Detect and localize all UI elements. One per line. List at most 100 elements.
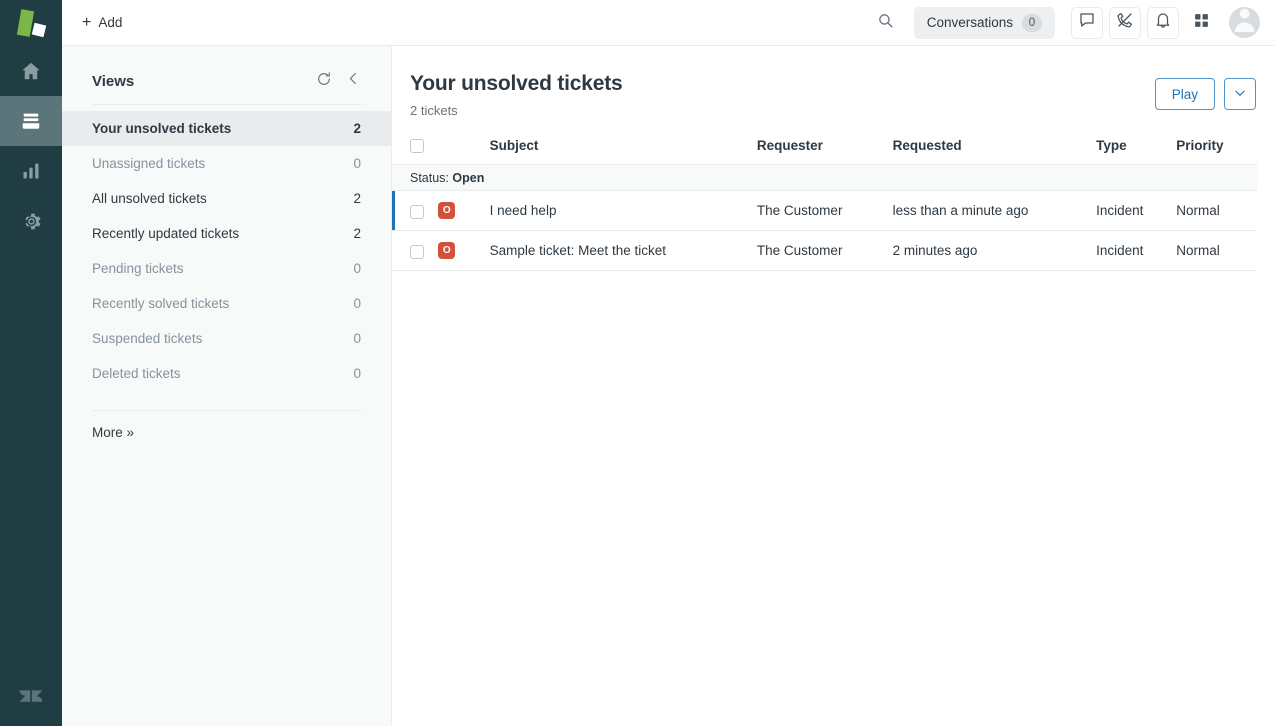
row-checkbox-cell <box>392 190 439 232</box>
row-checkbox-cell <box>392 230 439 272</box>
views-header: Views <box>62 46 391 94</box>
conversations-label: Conversations <box>926 15 1013 30</box>
ticket-subject-link[interactable]: Sample ticket: Meet the ticket <box>490 243 666 258</box>
page-title: Your unsolved tickets <box>410 72 623 95</box>
sidebar-item-count: 2 <box>353 226 361 241</box>
main-header: Your unsolved tickets 2 tickets Play <box>392 46 1274 118</box>
sidebar-item-all-unsolved-tickets[interactable]: All unsolved tickets 2 <box>62 181 391 216</box>
select-all-checkbox[interactable] <box>410 139 424 154</box>
more-views-link[interactable]: More » <box>62 411 164 440</box>
column-header-type[interactable]: Type <box>1096 138 1177 166</box>
sidebar-item-count: 2 <box>353 121 361 136</box>
sidebar-item-label: Recently solved tickets <box>92 296 230 311</box>
row-checkbox[interactable] <box>410 204 424 219</box>
sidebar-item-label: Your unsolved tickets <box>92 121 232 136</box>
ticket-subject-link[interactable]: I need help <box>490 203 557 218</box>
table-header-row: Subject Requester Requested Type Priorit… <box>392 138 1274 166</box>
conversations-button[interactable]: Conversations 0 <box>913 6 1055 39</box>
rail-item-reporting[interactable] <box>0 146 62 196</box>
chevron-down-icon <box>1233 86 1247 103</box>
primary-nav-rail <box>0 0 62 726</box>
main-content: Your unsolved tickets 2 tickets Play Sub… <box>392 46 1274 726</box>
row-subject-cell: Sample ticket: Meet the ticket <box>489 230 757 272</box>
views-title: Views <box>92 72 135 90</box>
sidebar-item-count: 0 <box>353 296 361 311</box>
tickets-table-body: Status: Open O I need help The Customer … <box>392 164 1274 272</box>
sidebar-item-label: Pending tickets <box>92 261 184 276</box>
table-row[interactable]: O I need help The Customer less than a m… <box>392 190 1274 232</box>
content-right-gutter <box>1257 46 1274 726</box>
sidebar-item-pending-tickets[interactable]: Pending tickets 0 <box>62 251 391 286</box>
phone-button[interactable] <box>1109 6 1141 39</box>
table-row[interactable]: O Sample ticket: Meet the ticket The Cus… <box>392 230 1274 272</box>
sidebar-item-label: All unsolved tickets <box>92 191 207 206</box>
refresh-button[interactable] <box>316 71 332 92</box>
avatar[interactable] <box>1229 7 1260 38</box>
row-requester-cell: The Customer <box>756 190 893 232</box>
plus-icon: + <box>82 13 92 31</box>
chat-bubble-icon <box>1078 11 1096 34</box>
main-header-text: Your unsolved tickets 2 tickets <box>410 72 1155 118</box>
group-value: Open <box>452 170 485 185</box>
rail-item-home[interactable] <box>0 46 62 96</box>
sidebar-item-suspended-tickets[interactable]: Suspended tickets 0 <box>62 321 391 356</box>
sidebar-item-count: 2 <box>353 191 361 206</box>
user-avatar-icon <box>1229 7 1260 38</box>
sidebar-item-label: Deleted tickets <box>92 366 181 381</box>
sidebar-item-count: 0 <box>353 156 361 171</box>
chevron-left-icon <box>346 71 361 91</box>
sidebar-item-your-unsolved-tickets[interactable]: Your unsolved tickets 2 <box>62 111 391 146</box>
column-header-subject[interactable]: Subject <box>489 138 757 166</box>
group-header-cell: Status: Open <box>392 164 1274 192</box>
status-open-icon: O <box>438 242 456 260</box>
status-icon-header <box>438 138 490 166</box>
app-window: + Add Conversations 0 Views Your unsolve… <box>0 0 1274 726</box>
sidebar-item-unassigned-tickets[interactable]: Unassigned tickets 0 <box>62 146 391 181</box>
rail-item-settings[interactable] <box>0 196 62 246</box>
group-label: Status: <box>410 170 449 185</box>
sidebar-item-count: 0 <box>353 331 361 346</box>
tickets-table: Subject Requester Requested Type Priorit… <box>392 138 1274 272</box>
body: Views Your unsolved tickets 2 Unassigned… <box>62 46 1274 726</box>
reporting-icon <box>21 161 41 181</box>
row-requested-cell: less than a minute ago <box>892 190 1097 232</box>
sidebar-item-recently-solved-tickets[interactable]: Recently solved tickets 0 <box>62 286 391 321</box>
sidebar-item-label: Unassigned tickets <box>92 156 206 171</box>
views-list: Your unsolved tickets 2 Unassigned ticke… <box>62 105 391 391</box>
settings-gear-icon <box>21 211 42 232</box>
topbar-actions: Conversations 0 <box>870 6 1260 39</box>
main-header-actions: Play <box>1154 72 1256 110</box>
brand-logo <box>0 0 62 46</box>
sidebar-item-deleted-tickets[interactable]: Deleted tickets 0 <box>62 356 391 391</box>
search-icon <box>877 12 894 34</box>
refresh-icon <box>316 71 332 92</box>
bell-icon <box>1154 11 1172 34</box>
status-open-icon: O <box>438 202 456 220</box>
row-checkbox[interactable] <box>410 244 424 259</box>
add-button[interactable]: + Add <box>74 10 130 36</box>
tickets-table-head: Subject Requester Requested Type Priorit… <box>392 138 1274 166</box>
row-type-cell: Incident <box>1096 230 1177 272</box>
rail-item-views[interactable] <box>0 96 62 146</box>
search-button[interactable] <box>870 7 902 39</box>
zendesk-logo-footer <box>0 670 62 726</box>
chat-button[interactable] <box>1071 6 1103 39</box>
group-header-row: Status: Open <box>392 164 1274 192</box>
play-button[interactable]: Play <box>1154 78 1215 110</box>
views-icon <box>20 110 42 132</box>
brand-logo-white-shape <box>31 22 47 38</box>
views-header-actions <box>316 71 361 92</box>
sidebar-item-recently-updated-tickets[interactable]: Recently updated tickets 2 <box>62 216 391 251</box>
apps-button[interactable] <box>1185 7 1217 39</box>
row-requester-cell: The Customer <box>756 230 893 272</box>
play-options-button[interactable] <box>1224 78 1256 110</box>
row-subject-cell: I need help <box>489 190 757 232</box>
notifications-button[interactable] <box>1147 6 1179 39</box>
row-type-cell: Incident <box>1096 190 1177 232</box>
column-header-requester[interactable]: Requester <box>756 138 893 166</box>
sidebar-item-count: 0 <box>353 366 361 381</box>
ticket-count-label: 2 tickets <box>410 103 458 118</box>
collapse-sidebar-button[interactable] <box>346 71 361 91</box>
row-status-cell: O <box>438 190 490 232</box>
column-header-requested[interactable]: Requested <box>892 138 1097 166</box>
